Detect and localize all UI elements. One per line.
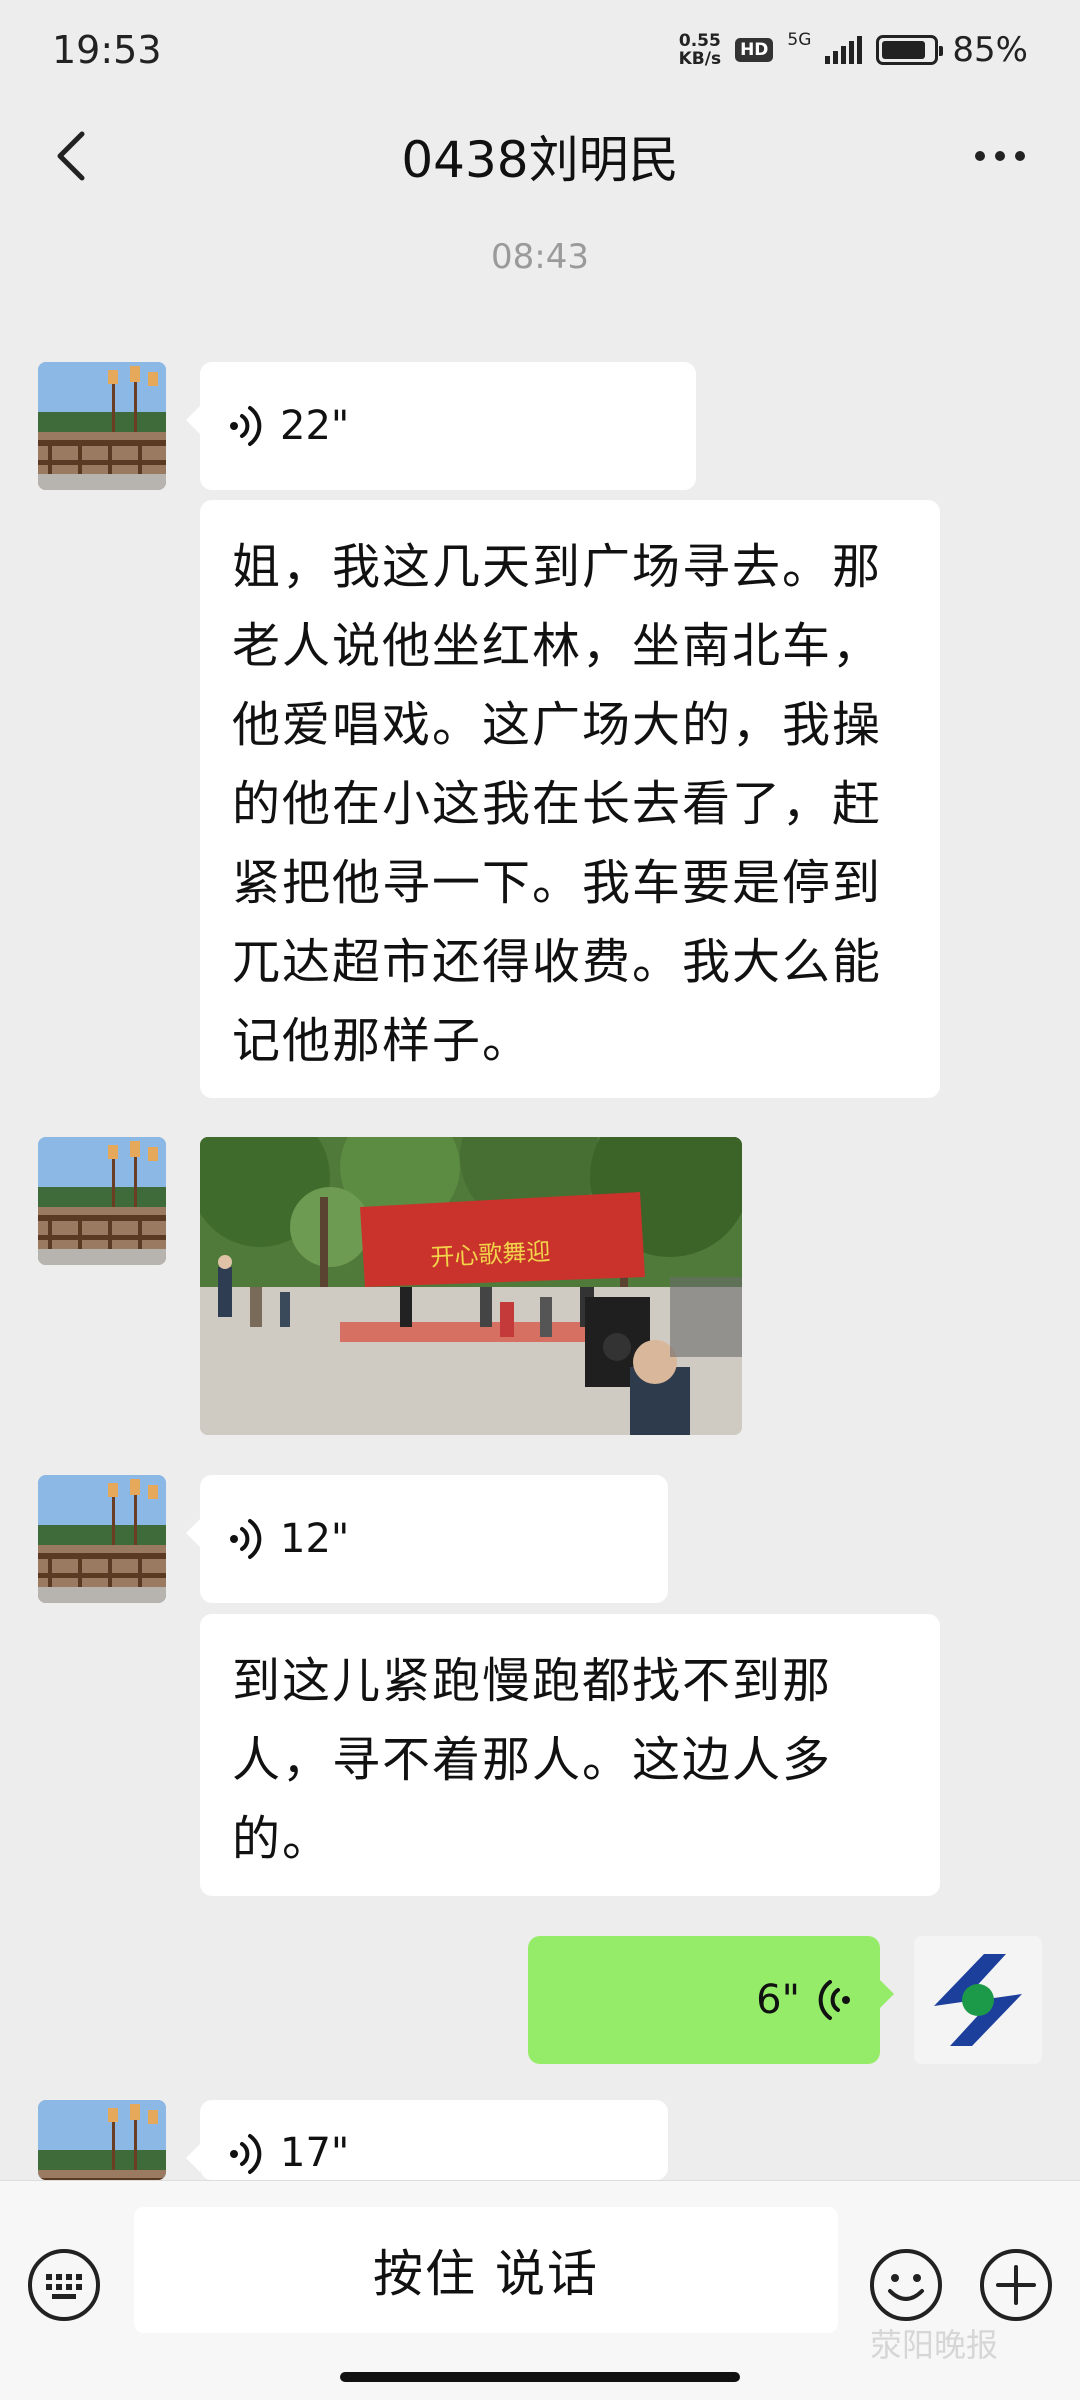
home-indicator[interactable]	[340, 2372, 740, 2382]
voice-wave-icon	[230, 1519, 262, 1559]
voice-duration: 6"	[756, 1977, 800, 2023]
plus-icon	[980, 2249, 1052, 2321]
status-icons: 0.55 KB/s HD 5G 85%	[679, 30, 1028, 70]
battery-icon	[876, 35, 944, 65]
more-icon	[975, 151, 985, 161]
message-text: 姐，我这几天到广场寻去。那老人说他坐红林，坐南北车，他爱唱戏。这广场大的，我操的…	[232, 539, 883, 1069]
voice-wave-icon	[230, 406, 262, 446]
text-message[interactable]: 姐，我这几天到广场寻去。那老人说他坐红林，坐南北车，他爱唱戏。这广场大的，我操的…	[200, 500, 940, 1098]
back-arrow-icon	[57, 131, 85, 181]
net-speed-indicator: 0.55 KB/s	[679, 32, 721, 68]
image-message[interactable]: 开心歌舞迎	[200, 1137, 742, 1435]
keyboard-toggle-button[interactable]	[26, 2247, 102, 2323]
message-text: 到这儿紧跑慢跑都找不到那人，寻不着那人。这边人多的。	[232, 1653, 833, 1867]
input-bar: 按住 说话	[0, 2180, 1080, 2400]
hold-to-talk-button[interactable]: 按住 说话	[134, 2207, 838, 2333]
emoji-button[interactable]	[868, 2247, 944, 2323]
status-bar: 19:53 0.55 KB/s HD 5G 85%	[0, 0, 1080, 100]
contact-avatar[interactable]	[38, 362, 166, 490]
contact-avatar[interactable]	[38, 1475, 166, 1603]
hd-badge: HD	[735, 38, 774, 62]
voice-duration: 12"	[280, 1516, 350, 1562]
contact-avatar[interactable]	[38, 1137, 166, 1265]
text-message[interactable]: 到这儿紧跑慢跑都找不到那人，寻不着那人。这边人多的。	[200, 1614, 940, 1896]
signal-icon	[825, 36, 863, 64]
chat-header: 0438刘明民	[0, 100, 1080, 212]
sent-voice-message[interactable]: 6"	[528, 1936, 894, 2064]
more-button[interactable]	[960, 124, 1040, 188]
chat-title: 0438刘明民	[401, 131, 679, 189]
voice-message[interactable]: 22"	[186, 362, 696, 490]
voice-duration: 22"	[280, 403, 350, 449]
emoji-icon	[870, 2249, 942, 2321]
voice-wave-icon	[818, 1980, 850, 2020]
back-button[interactable]	[40, 124, 104, 188]
voice-duration: 17"	[280, 2130, 350, 2176]
net-speed-unit: KB/s	[678, 49, 722, 69]
network-type-label: 5G	[787, 30, 812, 50]
voice-message[interactable]: 12"	[186, 1475, 668, 1603]
voice-wave-icon	[230, 2134, 262, 2174]
status-time: 19:53	[52, 28, 162, 72]
battery-fill	[882, 41, 925, 59]
more-actions-button[interactable]	[978, 2247, 1054, 2323]
voice-message[interactable]: 17"	[186, 2100, 668, 2180]
my-avatar[interactable]	[914, 1936, 1042, 2064]
keyboard-icon	[28, 2249, 100, 2321]
net-speed-value: 0.55	[678, 31, 721, 51]
watermark: 荥阳晚报	[870, 2326, 999, 2364]
contact-avatar[interactable]	[38, 2100, 166, 2180]
message-timestamp: 08:43	[491, 237, 589, 277]
battery-percent: 85%	[952, 30, 1028, 70]
